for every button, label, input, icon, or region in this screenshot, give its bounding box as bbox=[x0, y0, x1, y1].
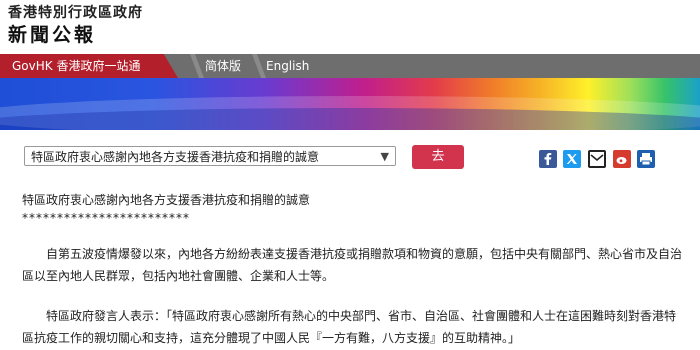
banner-wave bbox=[0, 108, 700, 130]
english-link[interactable]: English bbox=[266, 54, 309, 78]
facebook-icon[interactable] bbox=[539, 150, 557, 168]
top-nav: GovHK 香港政府一站通 简体版 English bbox=[0, 54, 700, 78]
twitter-icon[interactable] bbox=[563, 150, 581, 168]
government-name[interactable]: 香港特別行政區政府 bbox=[8, 2, 143, 22]
print-icon[interactable] bbox=[637, 150, 655, 168]
article-select-value: 特區政府衷心感謝內地各方支援香港抗疫和捐贈的誠意 bbox=[31, 150, 320, 164]
article-paragraph: 特區政府發言人表示：「特區政府衷心感謝所有熱心的中央部門、省市、自治區、社會團體… bbox=[22, 309, 677, 345]
article-toolbar: 特區政府衷心感謝內地各方支援香港抗疫和捐贈的誠意 ▼ 去 bbox=[0, 142, 700, 178]
title-separator: ************************ bbox=[22, 211, 190, 225]
simplified-chinese-link[interactable]: 简体版 bbox=[205, 54, 241, 78]
article-paragraph: 自第五波疫情爆發以來，內地各方紛紛表達支援香港抗疫或捐贈款項和物資的意願，包括中… bbox=[22, 247, 683, 283]
weibo-icon[interactable] bbox=[613, 150, 631, 168]
header-banner bbox=[0, 78, 700, 130]
email-icon[interactable] bbox=[588, 150, 606, 168]
article-body: 特區政府衷心感謝內地各方支援香港抗疫和捐贈的誠意 ***************… bbox=[22, 191, 687, 349]
masthead: 香港特別行政區政府 新聞公報 bbox=[0, 0, 700, 52]
chevron-down-icon: ▼ bbox=[380, 150, 389, 163]
publication-name[interactable]: 新聞公報 bbox=[8, 20, 96, 47]
go-button[interactable]: 去 bbox=[412, 145, 464, 169]
article-title: 特區政府衷心感謝內地各方支援香港抗疫和捐贈的誠意 bbox=[22, 193, 311, 207]
govhk-link[interactable]: GovHK 香港政府一站通 bbox=[0, 54, 178, 78]
article-select[interactable]: 特區政府衷心感謝內地各方支援香港抗疫和捐贈的誠意 ▼ bbox=[24, 146, 396, 166]
